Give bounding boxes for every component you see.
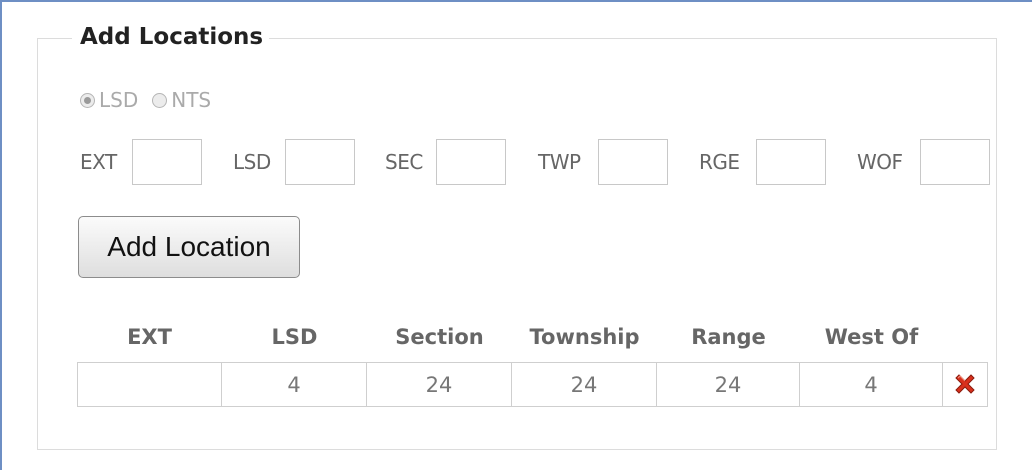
nts-radio[interactable] [152,92,168,108]
lsd-field-label: LSD [233,150,271,174]
table-header-range: Range [691,325,766,349]
cell-west-of: 4 [800,362,943,407]
table-header-ext: EXT [127,325,172,349]
lsd-input[interactable] [285,139,355,185]
ext-field-label: EXT [80,150,117,174]
twp-field-label: TWP [538,150,581,174]
wof-field-label: WOF [857,150,903,174]
table-header-section: Section [395,325,484,349]
delete-icon[interactable] [952,371,978,397]
lsd-radio[interactable] [80,92,95,108]
cell-range: 24 [657,362,800,407]
ext-input[interactable] [132,139,202,185]
table-header-lsd: LSD [271,325,318,349]
cell-township: 24 [512,362,657,407]
wof-input[interactable] [920,139,990,185]
cell-lsd: 4 [222,362,367,407]
table-header-west-of: West Of [824,325,919,349]
location-type-radio-group: LSD NTS [80,88,225,112]
section-title: Add Locations [72,24,270,50]
twp-input[interactable] [598,139,668,185]
add-location-button[interactable]: Add Location [78,216,300,278]
lsd-radio-label: LSD [99,88,139,112]
nts-radio-label: NTS [171,88,212,112]
cell-section: 24 [367,362,512,407]
rge-field-label: RGE [699,150,740,174]
sec-field-label: SEC [385,150,423,174]
table-header-township: Township [529,325,640,349]
rge-input[interactable] [756,139,826,185]
sec-input[interactable] [436,139,506,185]
cell-ext [77,362,222,407]
